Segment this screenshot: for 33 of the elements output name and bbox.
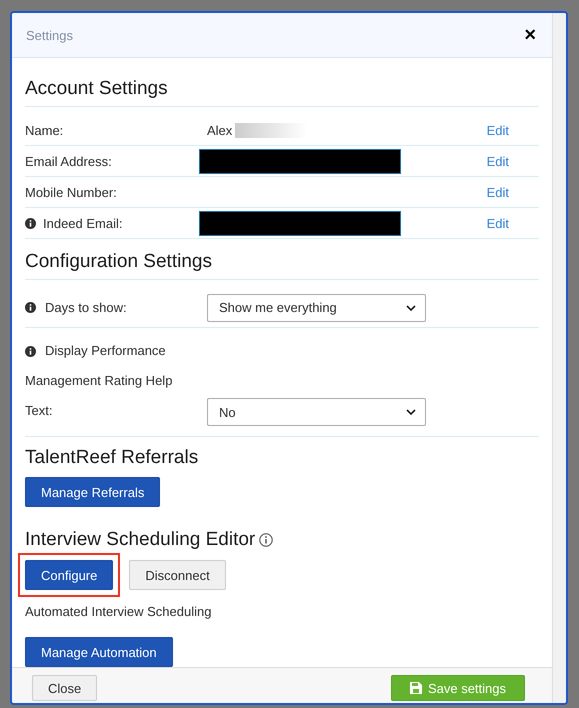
info-icon: [25, 218, 36, 228]
field-label: Email Address:: [25, 154, 112, 168]
close-dialog-button[interactable]: Close: [32, 675, 98, 701]
field-label: Name:: [25, 122, 64, 138]
chevron-icon: [406, 304, 416, 310]
dropdown[interactable]: Show me everything: [207, 294, 426, 322]
edit-link[interactable]: Edit: [486, 216, 509, 230]
field-value: Alex: [207, 122, 232, 138]
manage-automation-button[interactable]: Manage Automation: [25, 637, 173, 667]
dialog-title: Settings: [26, 28, 73, 42]
close-button[interactable]: ×: [518, 25, 542, 45]
manage-referrals-button[interactable]: Manage Referrals: [25, 477, 160, 507]
field-label: Mobile Number:: [25, 184, 117, 200]
section-note: Automated Interview Scheduling: [25, 604, 212, 619]
info-icon: [25, 346, 36, 356]
section-heading: Interview Scheduling Editor: [25, 529, 256, 551]
info-icon: [259, 533, 274, 547]
field-label: Text:: [25, 402, 52, 420]
section-heading: Configuration Settings: [25, 251, 539, 280]
edit-link[interactable]: Edit: [486, 154, 509, 168]
edit-link[interactable]: Edit: [486, 122, 509, 138]
field-label: Days to show:: [45, 299, 127, 316]
field-label: Management Rating Help: [25, 372, 172, 390]
chevron-icon: [406, 409, 416, 415]
section-heading: TalentReef Referrals: [25, 447, 200, 469]
disconnect-button[interactable]: Disconnect: [129, 560, 226, 590]
field-label: Indeed Email:: [43, 216, 122, 230]
edit-link[interactable]: Edit: [486, 184, 509, 200]
info-icon: [25, 302, 36, 313]
field-label: Display Performance: [45, 342, 166, 360]
section-heading: Account Settings: [25, 78, 539, 107]
dropdown[interactable]: No: [207, 398, 426, 426]
configure-button[interactable]: Configure: [25, 560, 114, 590]
